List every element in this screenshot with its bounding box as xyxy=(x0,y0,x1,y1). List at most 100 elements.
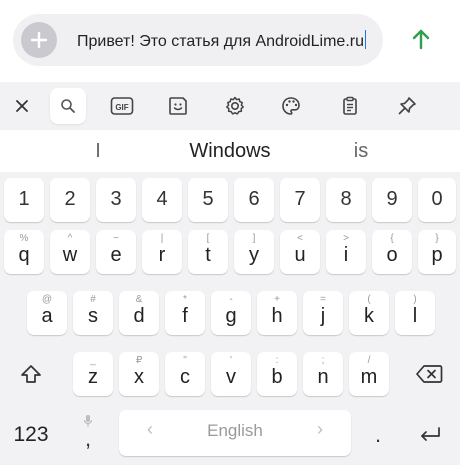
key-x[interactable]: ₽ x xyxy=(119,352,159,396)
key-label: 6 xyxy=(248,188,260,210)
key-label: 3 xyxy=(110,188,122,210)
key-p[interactable]: } p xyxy=(418,230,456,274)
key-h[interactable]: + h xyxy=(257,291,297,335)
key-6[interactable]: 6 xyxy=(234,178,274,222)
key-label: g xyxy=(225,305,237,327)
text-caret xyxy=(364,30,366,49)
gif-icon: GIF xyxy=(110,97,134,115)
key-r[interactable]: | r xyxy=(142,230,182,274)
search-button[interactable] xyxy=(50,88,86,124)
suggestion-right[interactable]: is xyxy=(333,140,389,163)
suggestion-left[interactable]: I xyxy=(70,140,126,163)
key-e[interactable]: ~ e xyxy=(96,230,136,274)
gif-button[interactable]: GIF xyxy=(104,88,140,124)
key-s[interactable]: # s xyxy=(73,291,113,335)
key-label: c xyxy=(180,366,190,388)
message-text: Привет! Это статья для AndroidLime.ru xyxy=(77,30,366,51)
key-alt-label: % xyxy=(19,233,29,244)
key-w[interactable]: ^ w xyxy=(50,230,90,274)
key-d[interactable]: & d xyxy=(119,291,159,335)
key-v[interactable]: ' v xyxy=(211,352,251,396)
key-label: a xyxy=(41,305,53,327)
period-key[interactable]: . xyxy=(358,412,398,458)
key-alt-label: ) xyxy=(413,294,417,305)
keyboard: GIF I Windows is 1 2 3 4 5 6 7 8 9 0 % q… xyxy=(0,82,460,465)
suggestion-center[interactable]: Windows xyxy=(160,140,300,163)
key-alt-label: { xyxy=(390,233,394,244)
clipboard-button[interactable] xyxy=(332,88,368,124)
key-y[interactable]: ] y xyxy=(234,230,274,274)
settings-button[interactable] xyxy=(217,88,253,124)
key-label: r xyxy=(158,244,166,266)
key-u[interactable]: < u xyxy=(280,230,320,274)
key-g[interactable]: -g xyxy=(211,291,251,335)
key-alt-label: ~ xyxy=(113,233,119,244)
symbols-key[interactable]: 123 xyxy=(4,412,58,458)
pin-button[interactable] xyxy=(389,88,425,124)
key-label: 8 xyxy=(340,188,352,210)
suggestion-strip: I Windows is xyxy=(0,130,460,172)
backspace-key[interactable] xyxy=(402,352,456,396)
arrow-up-icon xyxy=(412,29,430,50)
key-o[interactable]: {o xyxy=(372,230,412,274)
key-a[interactable]: @ a xyxy=(27,291,67,335)
key-8[interactable]: 8 xyxy=(326,178,366,222)
key-3[interactable]: 3 xyxy=(96,178,136,222)
key-alt-label: ₽ xyxy=(135,355,143,366)
key-q[interactable]: % q xyxy=(4,230,44,274)
key-l[interactable]: ) l xyxy=(395,291,435,335)
space-key[interactable]: ‹ English › xyxy=(119,410,351,456)
key-alt-label: ] xyxy=(252,233,256,244)
key-n[interactable]: ; n xyxy=(303,352,343,396)
key-alt-label: " xyxy=(183,355,187,366)
key-1[interactable]: 1 xyxy=(4,178,44,222)
enter-icon xyxy=(421,427,440,441)
shift-key[interactable] xyxy=(4,352,58,396)
comma-key[interactable]: , xyxy=(66,408,110,458)
key-label: p xyxy=(431,244,443,266)
key-j[interactable]: = j xyxy=(303,291,343,335)
key-label: t xyxy=(205,244,211,266)
message-input[interactable]: Привет! Это статья для AndroidLime.ru xyxy=(13,14,383,66)
keyboard-toolbar: GIF xyxy=(0,82,460,130)
key-5[interactable]: 5 xyxy=(188,178,228,222)
key-alt-label: @ xyxy=(41,294,53,305)
key-alt-label: } xyxy=(435,233,439,244)
key-0[interactable]: 0 xyxy=(418,178,456,222)
shift-icon xyxy=(21,365,41,383)
key-label: h xyxy=(271,305,283,327)
key-alt-label: > xyxy=(343,233,349,244)
add-attachment-button[interactable] xyxy=(21,22,57,58)
key-z[interactable]: _ z xyxy=(73,352,113,396)
plus-icon xyxy=(30,31,48,49)
key-i[interactable]: > i xyxy=(326,230,366,274)
close-toolbar-button[interactable] xyxy=(4,88,40,124)
screen: { "compose": { "text": "Привет! Это стат… xyxy=(0,0,460,465)
enter-key[interactable] xyxy=(404,412,456,458)
key-7[interactable]: 7 xyxy=(280,178,320,222)
key-2[interactable]: 2 xyxy=(50,178,90,222)
search-icon xyxy=(61,99,75,113)
message-text-value: Привет! Это статья для AndroidLime.ru xyxy=(77,33,364,50)
key-b[interactable]: :b xyxy=(257,352,297,396)
key-label: o xyxy=(386,244,398,266)
sticker-icon xyxy=(169,97,187,115)
theme-button[interactable] xyxy=(273,88,309,124)
key-f[interactable]: * f xyxy=(165,291,205,335)
send-button[interactable] xyxy=(402,20,440,58)
key-c[interactable]: " c xyxy=(165,352,205,396)
sticker-button[interactable] xyxy=(160,88,196,124)
backspace-icon xyxy=(416,365,443,383)
key-9[interactable]: 9 xyxy=(372,178,412,222)
key-label: z xyxy=(88,366,98,388)
key-alt-label: & xyxy=(135,294,143,305)
key-label: d xyxy=(133,305,145,327)
key-k[interactable]: (k xyxy=(349,291,389,335)
key-alt-label: ( xyxy=(367,294,371,305)
key-t[interactable]: [t xyxy=(188,230,228,274)
key-label: m xyxy=(360,366,378,388)
close-icon xyxy=(16,100,28,112)
key-m[interactable]: / m xyxy=(349,352,389,396)
key-label: b xyxy=(271,366,283,388)
key-4[interactable]: 4 xyxy=(142,178,182,222)
